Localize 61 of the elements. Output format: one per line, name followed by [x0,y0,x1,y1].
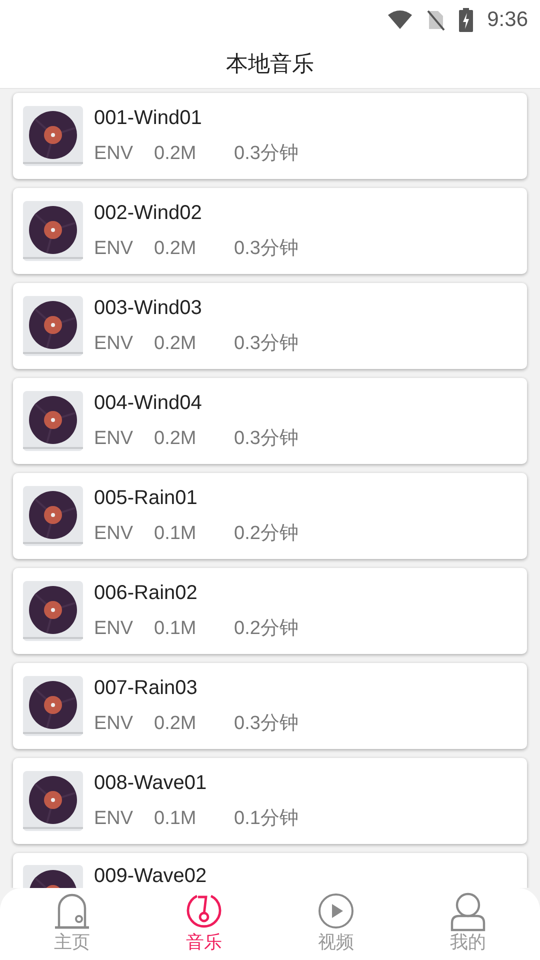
track-title: 009-Wave02 [94,865,207,888]
person-icon [449,892,487,930]
track-card[interactable]: 006-Rain02 ENV 0.1M 0.2分钟 [13,568,527,654]
wifi-icon [387,10,414,30]
vinyl-record-icon [23,391,83,451]
vinyl-record-icon [23,581,83,641]
track-type: ENV [94,522,134,544]
page-title: 本地音乐 [226,50,314,78]
play-circle-icon [317,892,355,930]
track-type: ENV [94,142,134,164]
track-duration: 0.3分钟 [234,332,298,356]
track-card[interactable]: 008-Wave01 ENV 0.1M 0.1分钟 [13,758,527,844]
track-duration: 0.1分钟 [234,806,298,830]
home-icon [54,892,90,930]
track-size: 0.1M [154,522,198,544]
vinyl-record-icon [23,296,83,356]
vinyl-record-icon [23,486,83,546]
track-title: 005-Rain01 [94,486,198,510]
track-size: 0.2M [154,428,198,450]
track-duration: 0.3分钟 [234,142,298,166]
track-size: 0.2M [154,142,198,164]
track-size: 0.1M [154,808,198,830]
track-title: 006-Rain02 [94,582,198,604]
track-size: 0.2M [154,332,198,354]
track-type: ENV [94,808,134,830]
status-time: 9:36 [487,8,528,32]
track-card[interactable]: 007-Rain03 ENV 0.2M 0.3分钟 [13,663,527,749]
track-title: 001-Wind01 [94,106,203,130]
track-size: 0.1M [154,618,198,640]
track-card[interactable]: 009-Wave02 [13,853,527,888]
music-note-icon [185,892,223,930]
track-card[interactable]: 002-Wind02 ENV 0.2M 0.3分钟 [13,188,527,274]
track-size: 0.2M [154,712,198,734]
vinyl-record-icon [23,865,83,888]
track-duration: 0.3分钟 [234,236,298,260]
track-title: 003-Wind03 [94,296,203,320]
track-type: ENV [94,712,134,734]
nav-tab[interactable]: 音乐 [138,888,270,960]
track-duration: 0.2分钟 [234,616,298,640]
track-type: ENV [94,332,134,354]
vinyl-record-icon [23,201,83,261]
track-card[interactable]: 004-Wind04 ENV 0.2M 0.3分钟 [13,378,527,464]
track-title: 004-Wind04 [94,392,203,414]
track-title: 008-Wave01 [94,772,208,794]
track-type: ENV [94,618,134,640]
battery-charging-icon [459,8,474,32]
track-card[interactable]: 003-Wind03 ENV 0.2M 0.3分钟 [13,283,527,369]
track-duration: 0.2分钟 [234,522,298,546]
track-type: ENV [94,428,134,450]
vinyl-record-icon [23,106,83,166]
track-duration: 0.3分钟 [234,712,298,736]
vinyl-record-icon [23,676,83,736]
track-title: 007-Rain03 [94,676,198,700]
no-sim-icon [427,9,446,31]
track-size: 0.2M [154,238,198,260]
track-card[interactable]: 001-Wind01 ENV 0.2M 0.3分钟 [13,93,527,179]
vinyl-record-icon [23,771,83,831]
track-title: 002-Wind02 [94,202,203,224]
track-duration: 0.3分钟 [234,426,298,450]
track-type: ENV [94,238,134,260]
track-card[interactable]: 005-Rain01 ENV 0.1M 0.2分钟 [13,473,527,559]
